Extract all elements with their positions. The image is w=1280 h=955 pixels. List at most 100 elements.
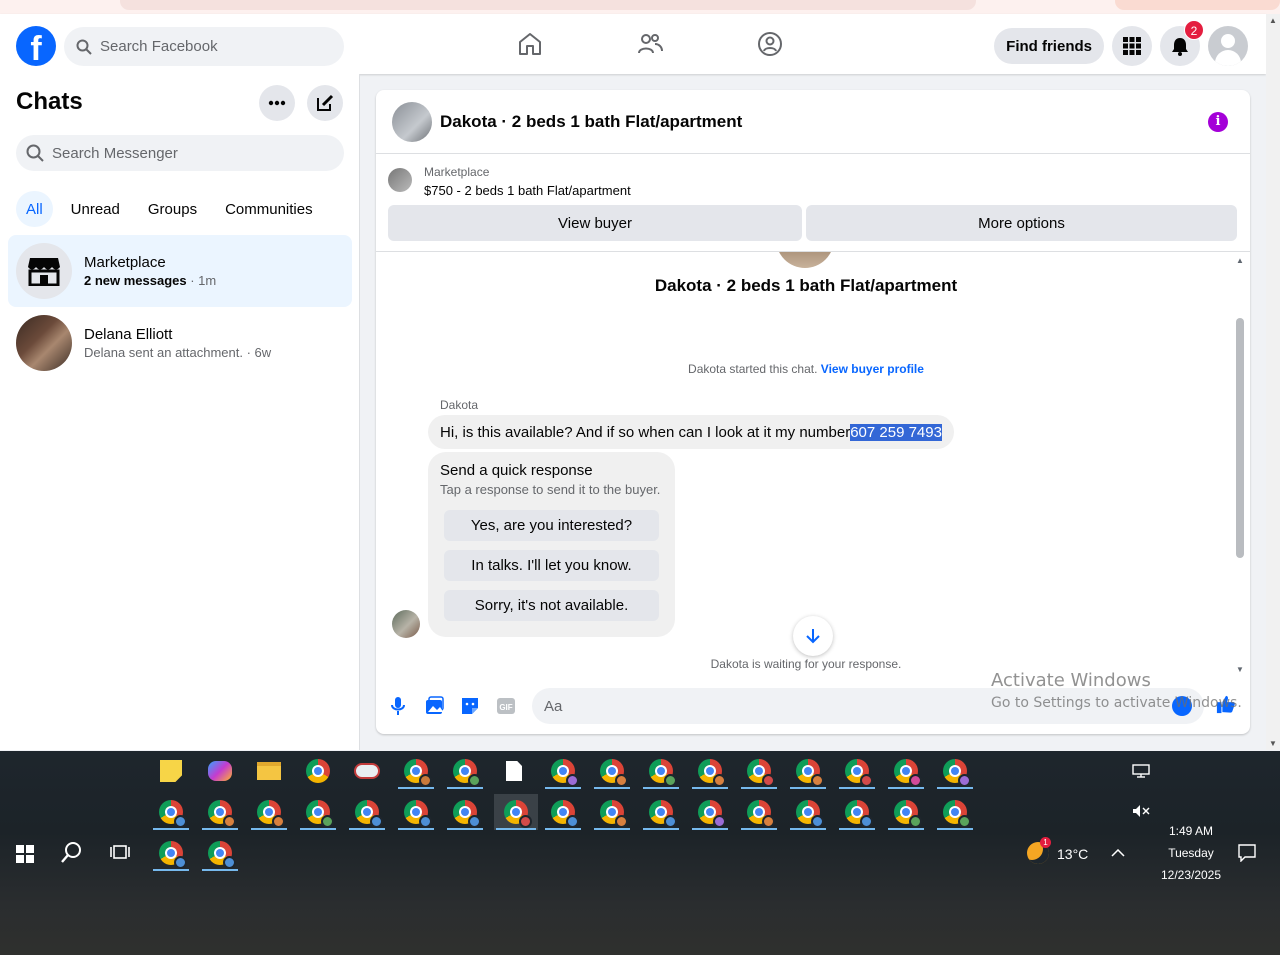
photo-icon[interactable] xyxy=(424,696,444,716)
chrome-profile-icon[interactable] xyxy=(298,794,338,830)
chrome-profile-icon[interactable] xyxy=(641,794,681,830)
chrome-profile-icon[interactable] xyxy=(151,835,191,871)
listing-thumbnail[interactable] xyxy=(392,101,432,142)
filter-all[interactable]: All xyxy=(16,191,53,227)
chrome-profile-icon[interactable] xyxy=(739,794,779,830)
chrome-profile-icon[interactable] xyxy=(347,794,387,830)
page-scrollbar[interactable]: ▲ ▼ xyxy=(1266,14,1280,750)
taskbar-search-icon[interactable] xyxy=(52,834,92,870)
chrome-profile-icon[interactable] xyxy=(543,794,583,830)
chrome-profile-icon[interactable] xyxy=(837,794,877,830)
chrome-profile-icon[interactable] xyxy=(935,794,975,830)
notification-center-icon[interactable] xyxy=(1227,835,1267,871)
info-icon[interactable]: i xyxy=(1208,112,1228,132)
scrollbar-thumb[interactable] xyxy=(1236,318,1244,558)
tray-chevron-up-icon[interactable] xyxy=(1098,835,1138,871)
chrome-profile-icon[interactable] xyxy=(396,753,436,789)
microphone-icon[interactable] xyxy=(388,696,408,716)
chrome-profile-icon[interactable] xyxy=(690,753,730,789)
friends-tab[interactable] xyxy=(590,14,710,74)
chrome-profile-icon[interactable] xyxy=(592,794,632,830)
view-buyer-profile-link[interactable]: View buyer profile xyxy=(821,362,924,376)
quick-response-not-available[interactable]: Sorry, it's not available. xyxy=(444,590,659,621)
search-icon xyxy=(26,144,44,162)
chrome-profile-icon[interactable] xyxy=(886,753,926,789)
chat-item-marketplace[interactable]: Marketplace 2 new messages · 1m xyxy=(8,235,352,307)
message-scrollbar[interactable]: ▲ ▼ xyxy=(1236,256,1244,674)
weather-icon[interactable]: 1 xyxy=(1018,835,1058,871)
chrome-profile-icon[interactable] xyxy=(886,794,926,830)
task-view-icon[interactable] xyxy=(100,834,140,870)
conversation-panel: Dakota · 2 beds 1 bath Flat/apartment i … xyxy=(376,90,1250,734)
chat-name: Delana Elliott xyxy=(84,326,173,343)
document-icon[interactable] xyxy=(494,753,534,789)
gif-icon[interactable]: GIF xyxy=(496,696,516,716)
cloud-app-icon[interactable] xyxy=(347,753,387,789)
facebook-logo[interactable]: f xyxy=(16,26,56,66)
chrome-profile-icon[interactable] xyxy=(641,753,681,789)
chrome-profile-icon[interactable] xyxy=(445,794,485,830)
filter-unread[interactable]: Unread xyxy=(61,191,130,227)
notification-badge: 2 xyxy=(1184,20,1204,40)
message-bubble[interactable]: Hi, is this available? And if so when ca… xyxy=(428,415,954,449)
clock[interactable]: 1:49 AM Tuesday 12/23/2025 xyxy=(1150,824,1232,882)
scroll-up-arrow-icon[interactable]: ▲ xyxy=(1236,256,1244,265)
filter-communities[interactable]: Communities xyxy=(215,191,323,227)
chrome-profile-icon[interactable] xyxy=(200,794,240,830)
facebook-search[interactable]: Search Facebook xyxy=(64,27,344,66)
home-icon xyxy=(519,33,541,55)
filter-groups[interactable]: Groups xyxy=(138,191,207,227)
chrome-profile-icon[interactable] xyxy=(200,835,240,871)
copilot-icon[interactable] xyxy=(200,753,240,789)
facebook-navbar: f Search Facebook Find friends 2 xyxy=(0,14,1266,74)
chrome-profile-icon[interactable] xyxy=(249,794,289,830)
chrome-profile-icon[interactable] xyxy=(788,794,828,830)
file-explorer-icon[interactable] xyxy=(249,753,289,789)
chrome-profile-icon-active[interactable] xyxy=(494,794,538,830)
selected-phone-number[interactable]: 607 259 7493 xyxy=(850,423,942,441)
conversation-title[interactable]: Dakota · 2 beds 1 bath Flat/apartment xyxy=(440,112,742,132)
chrome-profile-icon[interactable] xyxy=(690,794,730,830)
windows-activation-watermark: Activate Windows Go to Settings to activ… xyxy=(991,670,1242,711)
chrome-profile-icon[interactable] xyxy=(151,794,191,830)
chrome-profile-icon[interactable] xyxy=(396,794,436,830)
home-tab[interactable] xyxy=(470,14,590,74)
account-avatar[interactable] xyxy=(1208,26,1248,66)
chrome-profile-icon[interactable] xyxy=(788,753,828,789)
chrome-profile-icon[interactable] xyxy=(739,753,779,789)
browser-address-bar[interactable] xyxy=(120,0,976,10)
windows-start-button[interactable] xyxy=(16,845,34,863)
groups-icon xyxy=(758,32,782,56)
more-options-button[interactable]: More options xyxy=(806,205,1237,241)
quick-response-interested[interactable]: Yes, are you interested? xyxy=(444,510,659,541)
marketplace-label: Marketplace xyxy=(424,165,490,179)
chat-item-delana-elliott[interactable]: Delana Elliott Delana sent an attachment… xyxy=(8,307,352,379)
new-message-button[interactable] xyxy=(307,85,343,121)
browser-profile-area[interactable] xyxy=(1115,0,1280,10)
bell-icon xyxy=(1172,38,1188,56)
listing-summary[interactable]: $750 - 2 beds 1 bath Flat/apartment xyxy=(424,183,631,198)
notifications-button[interactable]: 2 xyxy=(1160,20,1204,66)
view-buyer-button[interactable]: View buyer xyxy=(388,205,802,241)
sticker-icon[interactable] xyxy=(460,696,480,716)
messenger-search[interactable]: Search Messenger xyxy=(16,135,344,171)
menu-button[interactable] xyxy=(1112,26,1152,66)
network-icon[interactable] xyxy=(1121,753,1161,789)
chrome-profile-icon[interactable] xyxy=(543,753,583,789)
scroll-down-arrow-icon[interactable]: ▼ xyxy=(1269,739,1277,748)
quick-response-in-talks[interactable]: In talks. I'll let you know. xyxy=(444,550,659,581)
chrome-profile-icon[interactable] xyxy=(445,753,485,789)
scroll-to-bottom-button[interactable] xyxy=(793,616,833,656)
find-friends-button[interactable]: Find friends xyxy=(994,28,1104,64)
chrome-icon[interactable] xyxy=(298,753,338,789)
sticky-notes-icon[interactable] xyxy=(151,753,191,789)
chat-preview: 2 new messages · 1m xyxy=(84,273,217,288)
groups-tab[interactable] xyxy=(710,14,830,74)
chrome-profile-icon[interactable] xyxy=(935,753,975,789)
scroll-up-arrow-icon[interactable]: ▲ xyxy=(1269,16,1277,25)
chrome-profile-icon[interactable] xyxy=(592,753,632,789)
chats-options-button[interactable] xyxy=(259,85,295,121)
weather-temp[interactable]: 13°C xyxy=(1057,846,1088,862)
svg-text:GIF: GIF xyxy=(499,703,512,712)
chrome-profile-icon[interactable] xyxy=(837,753,877,789)
